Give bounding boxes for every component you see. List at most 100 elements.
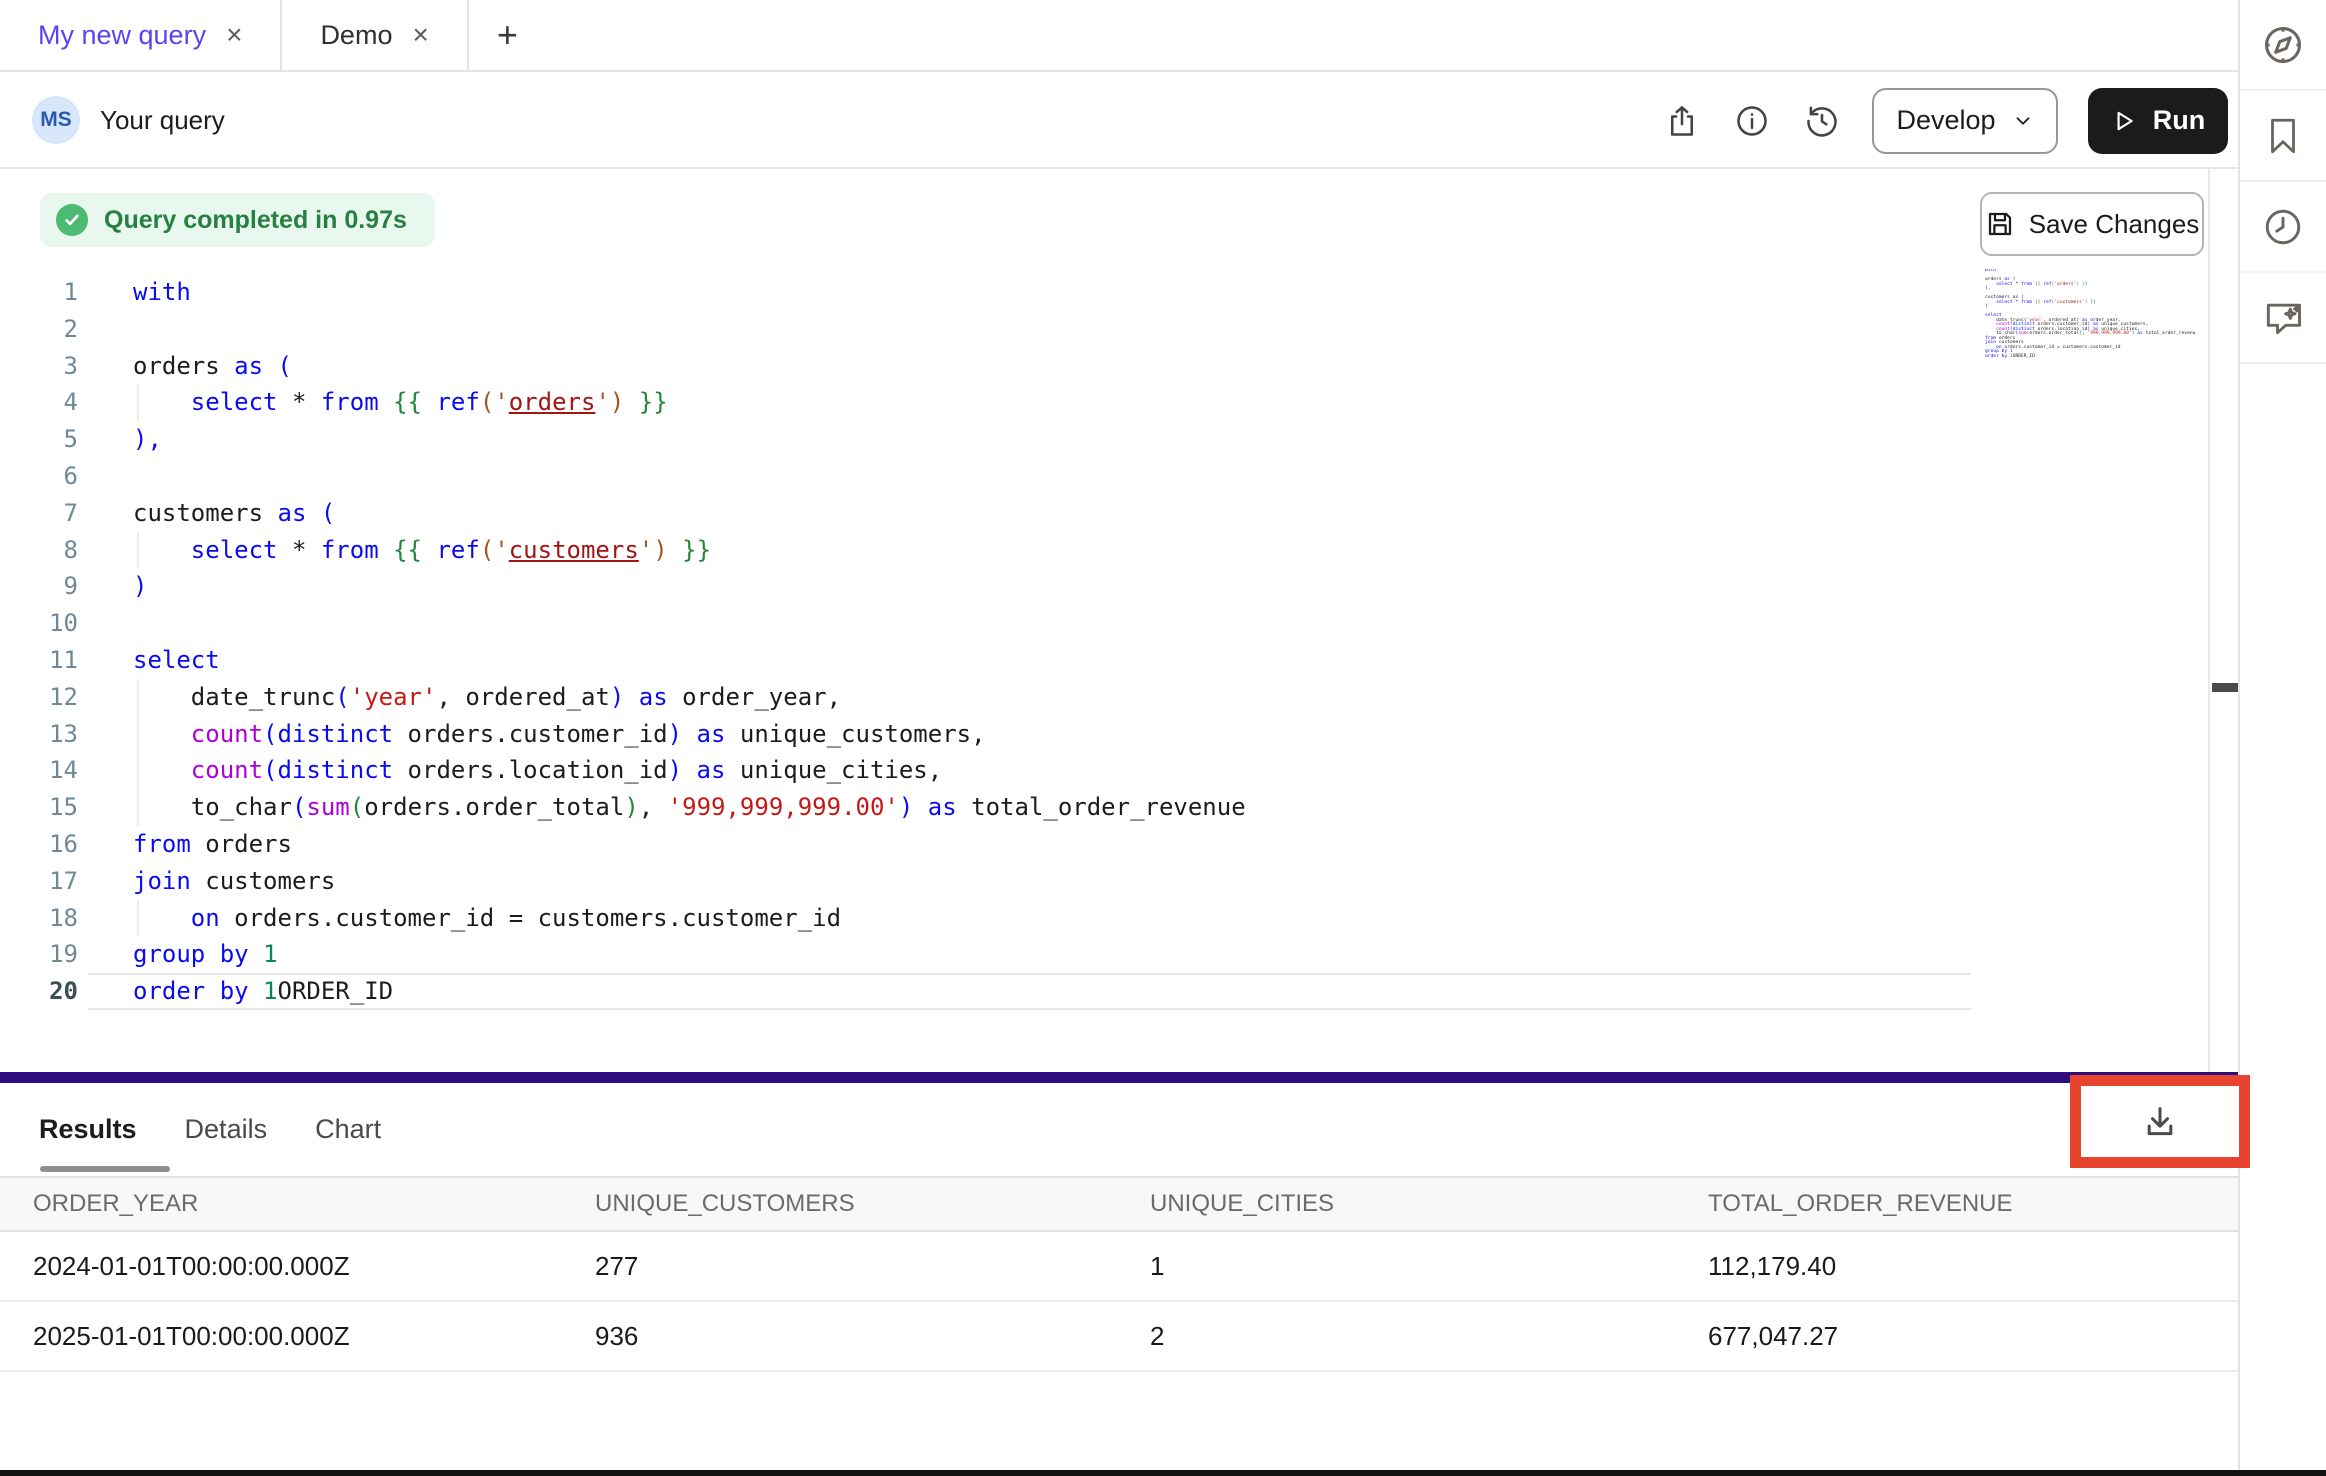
header-actions: Develop Run	[1662, 72, 2228, 169]
code-line[interactable]: 14 count(distinct orders.location_id) as…	[0, 752, 2208, 789]
code-line[interactable]: 8 select * from {{ ref('customers') }}	[0, 532, 2208, 569]
run-button-label: Run	[2153, 105, 2205, 136]
table-cell: 2024-01-01T00:00:00.000Z	[33, 1251, 595, 1282]
share-icon[interactable]	[1662, 101, 1702, 141]
code-lines[interactable]: 1with23orders as (4 select * from {{ ref…	[0, 274, 2208, 1010]
line-number: 20	[0, 973, 78, 1010]
line-number: 1	[0, 274, 78, 311]
query-header: MS Your query Develop Run	[0, 72, 2238, 169]
table-cell: 1	[1150, 1251, 1708, 1282]
screen-bottom-edge	[0, 1470, 2326, 1476]
history-icon[interactable]	[1802, 101, 1842, 141]
code-line[interactable]: 5),	[0, 421, 2208, 458]
check-circle-icon	[56, 204, 88, 236]
chevron-down-icon	[2012, 110, 2034, 132]
results-table: ORDER_YEARUNIQUE_CUSTOMERSUNIQUE_CITIEST…	[0, 1176, 2238, 1372]
column-header: ORDER_YEAR	[33, 1190, 595, 1218]
code-line[interactable]: 18 on orders.customer_id = customers.cus…	[0, 900, 2208, 937]
code-line[interactable]: 12 date_trunc('year', ordered_at) as ord…	[0, 679, 2208, 716]
page-title: Your query	[100, 105, 225, 136]
scrollbar-thumb[interactable]	[2212, 683, 2238, 692]
table-cell: 2	[1150, 1321, 1708, 1352]
develop-button[interactable]: Develop	[1872, 88, 2058, 154]
line-number: 18	[0, 900, 78, 937]
code-line[interactable]: 10	[0, 605, 2208, 642]
line-number: 9	[0, 568, 78, 605]
tab-results[interactable]: Results	[39, 1114, 137, 1145]
minimap-code: 1with23orders as (4 select * from {{ ref…	[1985, 269, 2195, 359]
new-tab-button[interactable]: +	[469, 0, 546, 70]
download-icon	[2140, 1102, 2180, 1142]
tab-label: Demo	[320, 20, 392, 51]
code-line[interactable]: 16from orders	[0, 826, 2208, 863]
code-line[interactable]: 2	[0, 311, 2208, 348]
minimap[interactable]: 1with23orders as (4 select * from {{ ref…	[1985, 269, 2195, 359]
line-number: 17	[0, 863, 78, 900]
line-number: 5	[0, 421, 78, 458]
tab-chart[interactable]: Chart	[315, 1114, 381, 1145]
column-header: UNIQUE_CITIES	[1150, 1190, 1708, 1218]
active-tab-underline	[40, 1166, 170, 1172]
line-number: 19	[0, 936, 78, 973]
compass-icon[interactable]	[2240, 0, 2326, 91]
results-tabs: Results Details Chart	[0, 1083, 2238, 1176]
code-line[interactable]: 9)	[0, 568, 2208, 605]
close-icon[interactable]: ×	[226, 21, 242, 49]
bookmark-icon[interactable]	[2240, 91, 2326, 182]
sql-editor[interactable]: Query completed in 0.97s Save Changes 1w…	[0, 169, 2208, 1072]
table-cell: 112,179.40	[1708, 1251, 2238, 1282]
code-line[interactable]: 1with	[0, 274, 2208, 311]
code-line[interactable]: 7customers as (	[0, 495, 2208, 532]
column-header: TOTAL_ORDER_REVENUE	[1708, 1190, 2238, 1218]
code-line[interactable]: 4 select * from {{ ref('orders') }}	[0, 384, 2208, 421]
line-number: 7	[0, 495, 78, 532]
editor-scrollbar[interactable]	[2208, 169, 2238, 1072]
history-clock-icon[interactable]	[2240, 182, 2326, 273]
table-cell: 277	[595, 1251, 1150, 1282]
close-icon[interactable]: ×	[412, 21, 428, 49]
table-cell: 936	[595, 1321, 1150, 1352]
download-button[interactable]	[2081, 1086, 2239, 1157]
line-number: 8	[0, 532, 78, 569]
develop-button-label: Develop	[1896, 105, 1995, 136]
tab-demo[interactable]: Demo ×	[282, 0, 468, 70]
line-number: 15	[0, 789, 78, 826]
info-icon[interactable]	[1732, 101, 1772, 141]
line-number: 6	[0, 458, 78, 495]
code-line[interactable]: 11select	[0, 642, 2208, 679]
line-number: 13	[0, 716, 78, 753]
save-changes-button[interactable]: Save Changes	[1980, 192, 2204, 256]
panel-resize-divider[interactable]	[0, 1072, 2238, 1083]
run-button[interactable]: Run	[2088, 88, 2228, 154]
tab-label: My new query	[38, 20, 206, 51]
right-sidebar	[2240, 0, 2326, 1476]
code-line[interactable]: 6	[0, 458, 2208, 495]
app-window: My new query × Demo × + MS Your query De…	[0, 0, 2326, 1476]
code-line[interactable]: 20order by 1ORDER_ID	[0, 973, 2208, 1010]
table-cell: 677,047.27	[1708, 1321, 2238, 1352]
code-line[interactable]: 19group by 1	[0, 936, 2208, 973]
results-table-body: 2024-01-01T00:00:00.000Z2771112,179.40 20…	[0, 1232, 2238, 1372]
code-line[interactable]: 3orders as (	[0, 348, 2208, 385]
table-row: 2025-01-01T00:00:00.000Z9362677,047.27	[0, 1302, 2238, 1372]
annotation-highlight	[2070, 1075, 2250, 1168]
save-changes-label: Save Changes	[2029, 209, 2200, 240]
code-line: 20order by 1ORDER_ID	[1985, 355, 2195, 360]
query-status-text: Query completed in 0.97s	[104, 206, 407, 235]
avatar: MS	[32, 96, 80, 144]
line-number: 4	[0, 384, 78, 421]
line-number: 14	[0, 752, 78, 789]
code-line[interactable]: 15 to_char(sum(orders.order_total), '999…	[0, 789, 2208, 826]
column-header: UNIQUE_CUSTOMERS	[595, 1190, 1150, 1218]
line-number: 3	[0, 348, 78, 385]
code-line[interactable]: 13 count(distinct orders.customer_id) as…	[0, 716, 2208, 753]
chat-sparkles-icon[interactable]	[2240, 273, 2326, 364]
play-icon	[2111, 108, 2137, 134]
tab-bar: My new query × Demo × +	[0, 0, 2238, 72]
tab-my-new-query[interactable]: My new query ×	[0, 0, 282, 70]
line-number: 12	[0, 679, 78, 716]
tab-details[interactable]: Details	[185, 1114, 268, 1145]
code-line[interactable]: 17join customers	[0, 863, 2208, 900]
query-status-badge: Query completed in 0.97s	[40, 193, 435, 247]
save-icon	[1985, 209, 2015, 239]
